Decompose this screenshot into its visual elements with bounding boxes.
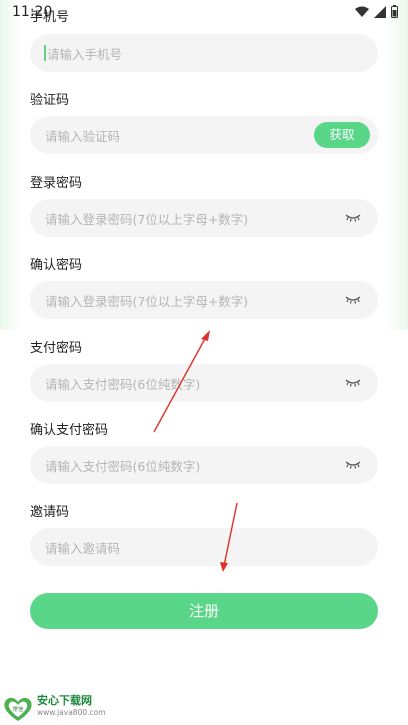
confirm-password-label: 确认密码 [30, 258, 83, 273]
background-glow-right [388, 0, 408, 330]
pay-password-field[interactable]: 请输入支付密码(6位纯数字) [30, 364, 378, 402]
watermark-url: www.java800.com [37, 708, 106, 717]
login-password-field[interactable]: 请输入登录密码(7位以上字母+数字) [30, 199, 378, 237]
status-icons [355, 5, 398, 18]
pay-password-placeholder: 请输入支付密码(6位纯数字) [45, 377, 201, 392]
confirm-pay-password-label: 确认支付密码 [30, 423, 109, 438]
site-logo-text: 常信 [12, 705, 24, 713]
pay-password-label: 支付密码 [30, 341, 83, 356]
wifi-icon [355, 6, 369, 17]
verification-code-field[interactable]: 请输入验证码 获取 [30, 116, 378, 154]
invite-code-placeholder: 请输入邀请码 [45, 541, 121, 556]
battery-icon [391, 5, 398, 18]
verification-code-label: 验证码 [30, 93, 70, 108]
eye-closed-icon[interactable] [345, 378, 361, 388]
watermark: 常信 安心下载网 www.java800.com [3, 694, 106, 722]
text-caret [44, 45, 46, 61]
confirm-pay-password-placeholder: 请输入支付密码(6位纯数字) [45, 459, 201, 474]
login-password-placeholder: 请输入登录密码(7位以上字母+数字) [45, 212, 249, 227]
eye-closed-icon[interactable] [345, 213, 361, 223]
verification-code-placeholder: 请输入验证码 [45, 129, 121, 144]
get-code-button[interactable]: 获取 [314, 122, 370, 148]
eye-closed-icon[interactable] [345, 460, 361, 470]
phone-field[interactable]: 请输入手机号 [30, 34, 378, 72]
phone-label: 手机号 [30, 10, 70, 25]
watermark-title: 安心下载网 [37, 694, 92, 707]
login-password-label: 登录密码 [30, 176, 83, 191]
annotation-arrowhead [201, 330, 210, 341]
confirm-pay-password-field[interactable]: 请输入支付密码(6位纯数字) [30, 446, 378, 484]
invite-code-label: 邀请码 [30, 505, 70, 520]
signal-icon [374, 5, 386, 18]
background-glow-left [0, 0, 20, 330]
confirm-password-field[interactable]: 请输入登录密码(7位以上字母+数字) [30, 281, 378, 319]
confirm-password-placeholder: 请输入登录密码(7位以上字母+数字) [45, 294, 249, 309]
site-logo-icon: 常信 [4, 697, 32, 721]
phone-placeholder: 请输入手机号 [47, 47, 123, 62]
invite-code-field[interactable]: 请输入邀请码 [30, 528, 378, 566]
eye-closed-icon[interactable] [345, 295, 361, 305]
register-button[interactable]: 注册 [30, 593, 378, 629]
